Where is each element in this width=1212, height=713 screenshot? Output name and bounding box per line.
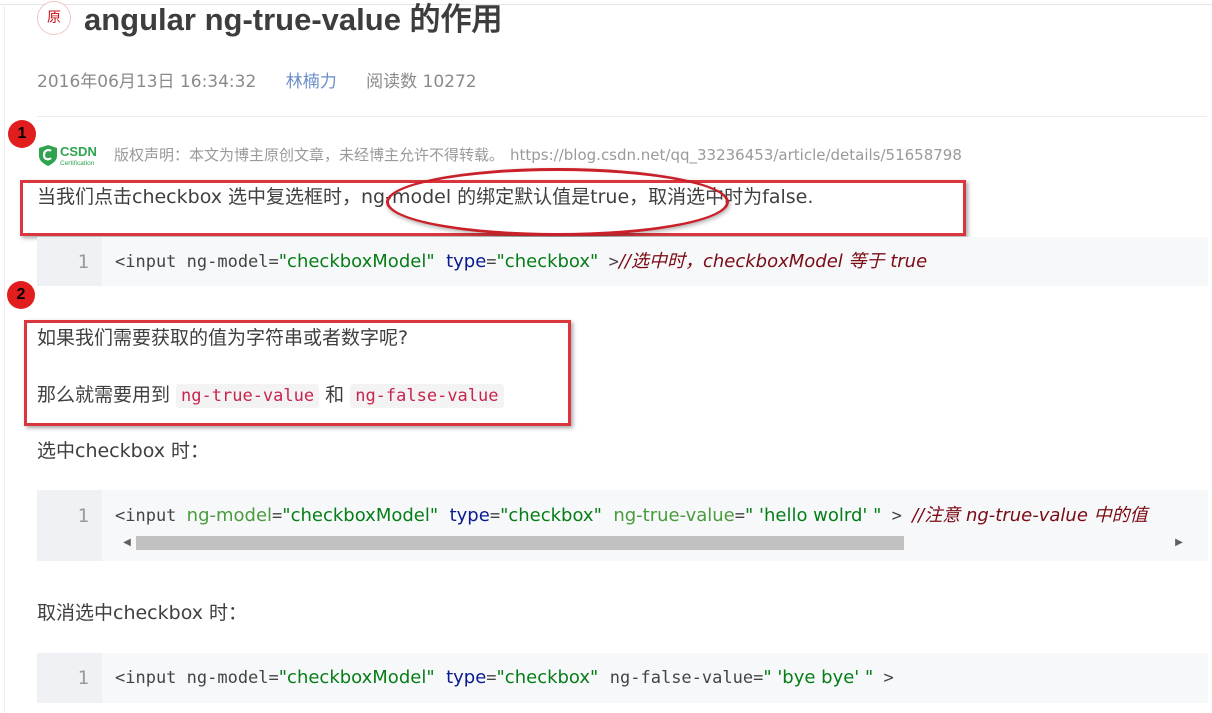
csdn-certification-logo-icon: CSDN Certification: [39, 144, 97, 167]
meta-divider: [37, 116, 1207, 117]
code-overflow-fade: [1188, 490, 1208, 561]
publish-date: 2016年06月13日 16:34:32: [37, 72, 257, 92]
scroll-left-arrow-icon[interactable]: ◀: [120, 534, 134, 552]
csdn-logo-text: CSDN: [60, 144, 97, 159]
code-block-1: 1 <input ng-model="checkboxModel" type="…: [37, 237, 1208, 286]
checked-heading: 选中checkbox 时：: [37, 440, 210, 462]
code-block-3: 1 <input ng-model="checkboxModel" type="…: [37, 653, 1208, 703]
article-title: angular ng-true-value 的作用: [84, 2, 503, 37]
left-border: [4, 4, 5, 713]
scroll-thumb[interactable]: [136, 536, 904, 550]
code-horizontal-scrollbar[interactable]: ◀ ▶: [120, 534, 1186, 552]
line-number: 1: [77, 667, 89, 689]
annotation-box-2: [24, 320, 571, 426]
annotation-marker-2: 2: [7, 281, 35, 309]
scroll-right-arrow-icon[interactable]: ▶: [1172, 534, 1186, 552]
copyright-statement: 版权声明：本文为博主原创文章，未经博主允许不得转载。: [114, 146, 505, 164]
code-line: <input ng-model="checkboxModel" type="ch…: [115, 667, 894, 688]
original-badge: 原: [37, 1, 71, 35]
unchecked-heading: 取消选中checkbox 时：: [37, 602, 248, 624]
author-link[interactable]: 林楠力: [286, 72, 337, 92]
article-url-link[interactable]: https://blog.csdn.net/qq_33236453/articl…: [510, 146, 962, 164]
code-line: <input ng-model="checkboxModel" type="ch…: [115, 505, 1148, 526]
annotation-ellipse: [386, 168, 729, 236]
annotation-marker-1: 1: [8, 120, 36, 148]
line-number: 1: [77, 505, 89, 527]
view-count: 阅读数 10272: [366, 72, 477, 92]
line-number: 1: [77, 251, 89, 273]
csdn-logo-subtext: Certification: [60, 160, 95, 167]
code-line: <input ng-model="checkboxModel" type="ch…: [115, 251, 928, 272]
article-meta: 2016年06月13日 16:34:32 林楠力 阅读数 10272: [37, 70, 477, 94]
